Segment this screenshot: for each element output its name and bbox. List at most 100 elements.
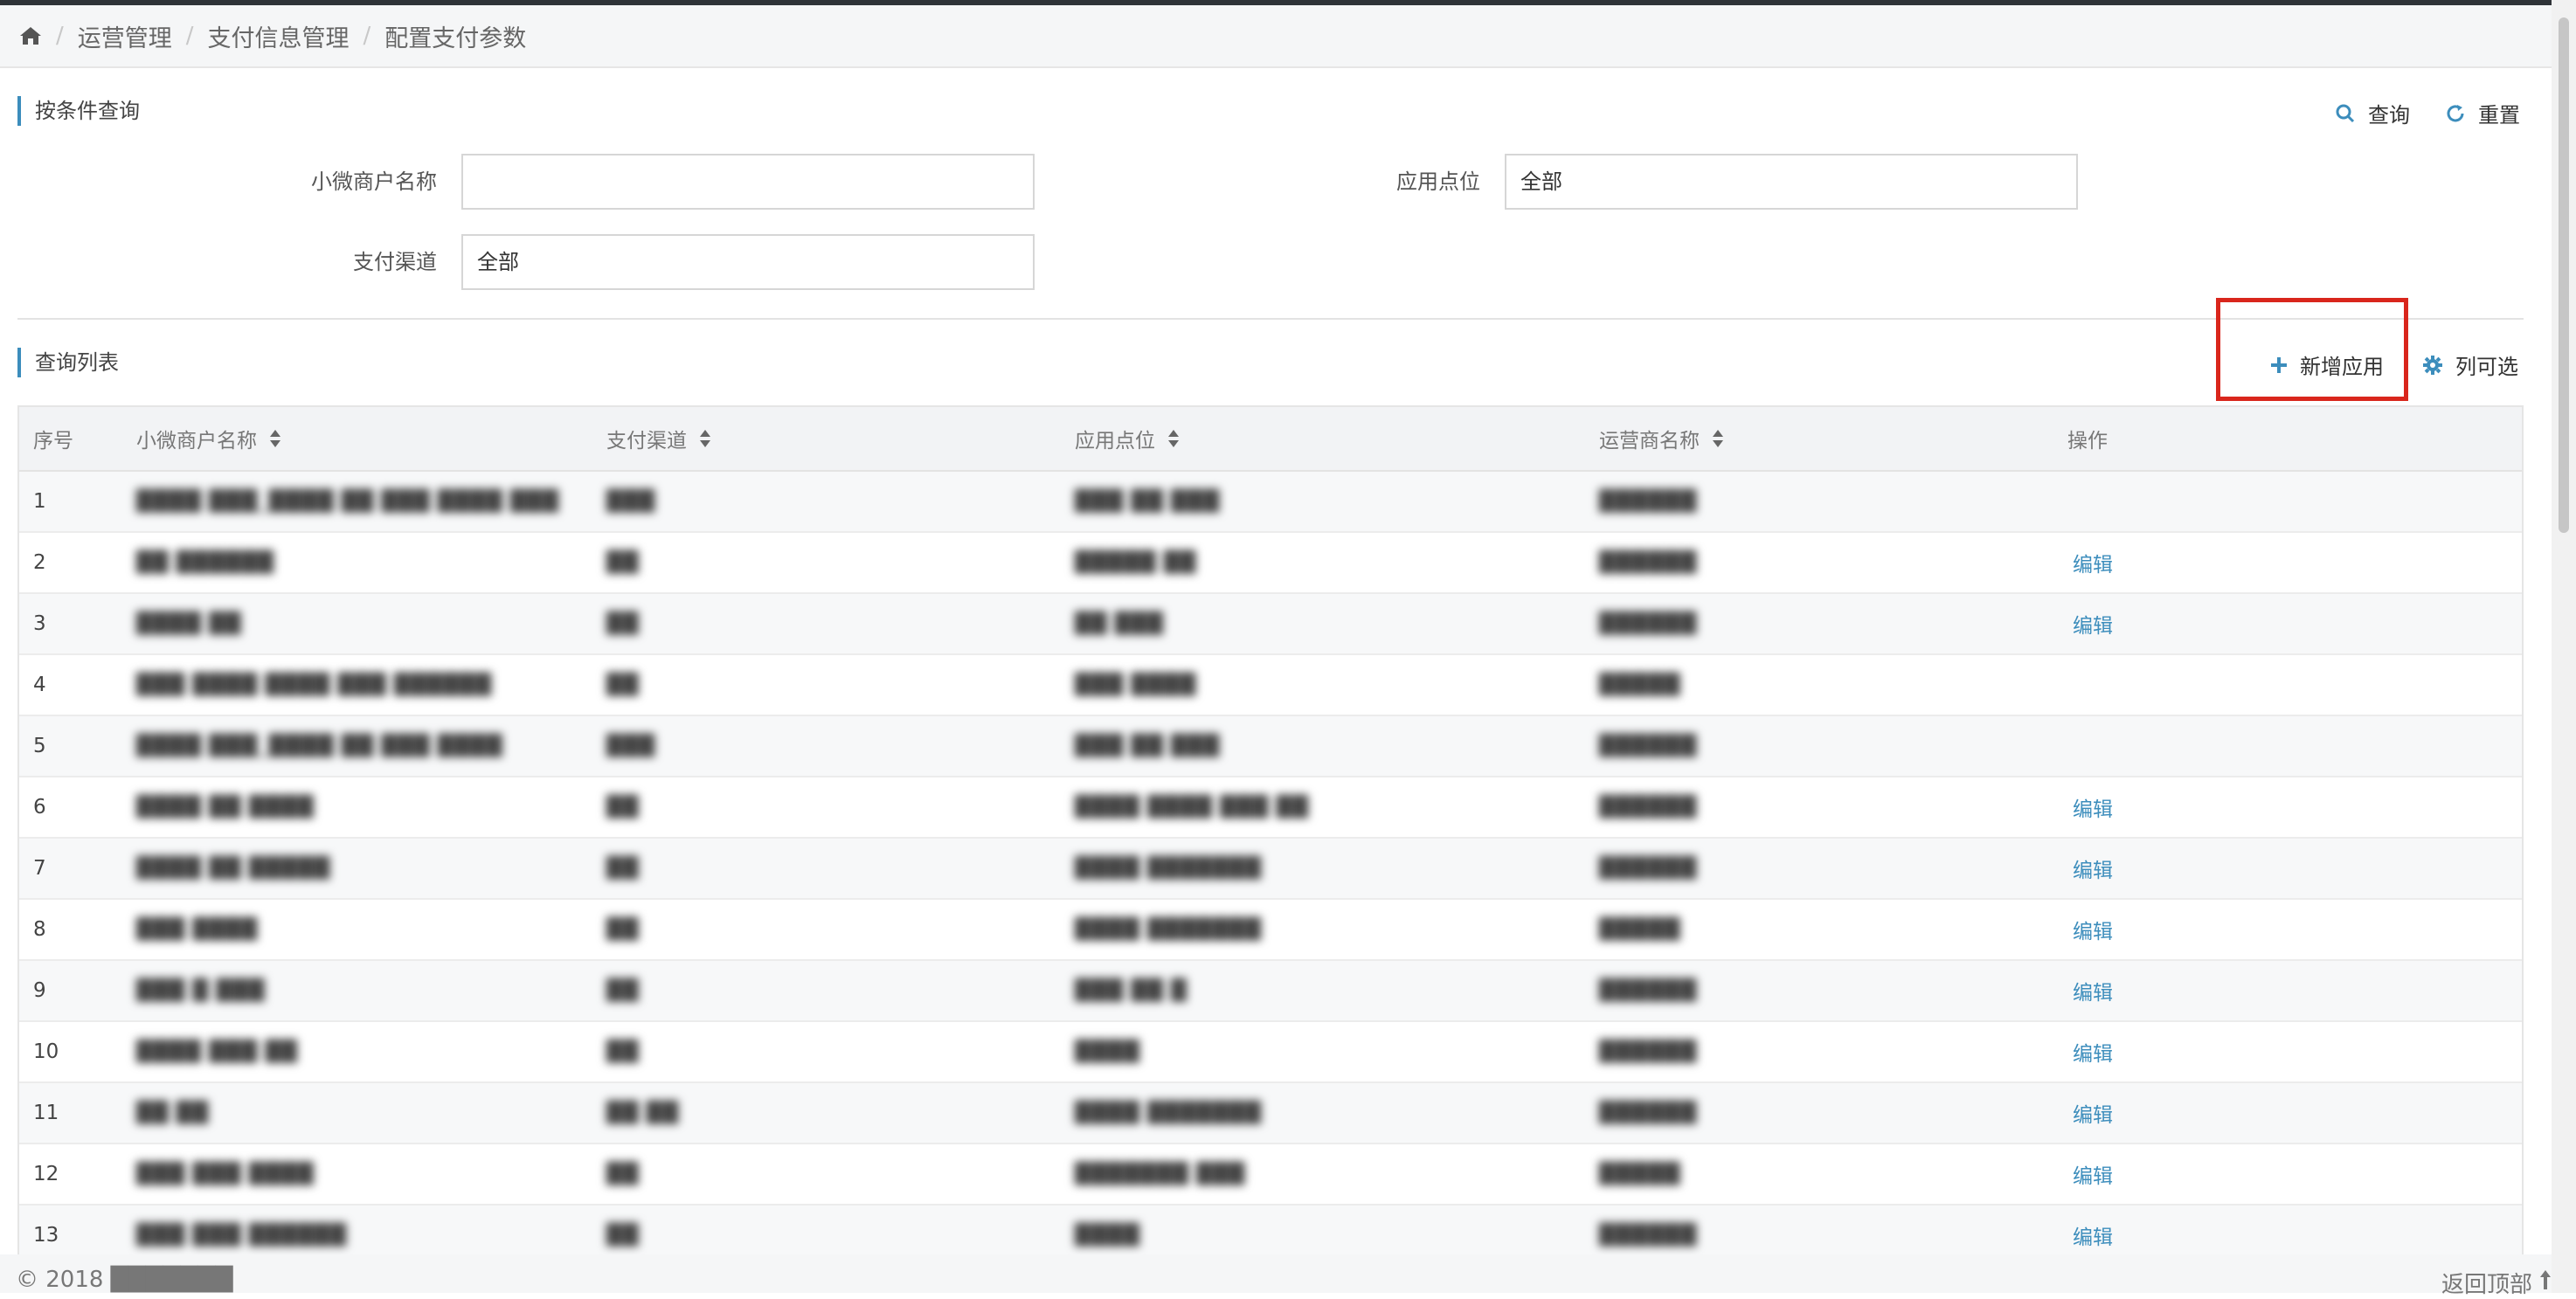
table-row: 11 ██ ██ ██ ██ ████ ███████ ██████ 编辑 [19, 1083, 2522, 1144]
cell-no: 5 [33, 735, 46, 757]
cell-actions: 编辑 [2073, 900, 2113, 959]
table-row: 12 ███ ███ ████ ██ ███████ ███ █████ 编辑 [19, 1144, 2522, 1206]
breadcrumb-item-ops[interactable]: 运营管理 [78, 19, 172, 53]
cell-no: 7 [33, 857, 46, 880]
edit-link[interactable]: 编辑 [2073, 1098, 2113, 1128]
breadcrumb-item-payment-info[interactable]: 支付信息管理 [208, 19, 350, 53]
cell-app-point: ████ ████ ███ ██ [1075, 796, 1309, 819]
table-header: 序号 小微商户名称 支付渠道 应用点位 运营商名称 操作 [19, 407, 2522, 472]
plus-icon [2270, 356, 2288, 374]
column-header-app-point[interactable]: 应用点位 [1075, 407, 1180, 470]
cell-app-point: ████ ███████ [1075, 857, 1262, 880]
cell-app-point: ███ ████ [1075, 674, 1197, 696]
column-options-label: 列可选 [2455, 355, 2518, 379]
cell-actions: 编辑 [2073, 1022, 2113, 1081]
edit-link[interactable]: 编辑 [2073, 609, 2113, 639]
cell-merchant-name: ██ ██ [136, 1102, 210, 1124]
cell-actions: 编辑 [2073, 839, 2113, 898]
add-app-button[interactable]: 新增应用 [2270, 349, 2384, 380]
column-header-operator[interactable]: 运营商名称 [1599, 407, 1724, 470]
breadcrumb-separator: / [56, 23, 64, 49]
cell-merchant-name: ███ ████ ████ ███ ██████ [136, 674, 493, 696]
sort-icon[interactable] [1167, 429, 1180, 448]
cell-operator-name: ██████ [1599, 979, 1698, 1002]
cell-actions: 编辑 [2073, 533, 2113, 592]
breadcrumb-separator: / [185, 23, 194, 49]
reset-button[interactable]: 重置 [2445, 98, 2520, 128]
cell-app-point: ████ ███████ [1075, 1102, 1262, 1124]
cell-no: 2 [33, 551, 46, 574]
app-point-label: 应用点位 [1396, 169, 1480, 194]
cell-actions: 编辑 [2073, 1083, 2113, 1143]
cell-app-point: █████ ██ [1075, 551, 1197, 574]
column-header-merchant[interactable]: 小微商户名称 [136, 407, 281, 470]
search-icon [2335, 103, 2356, 124]
add-app-button-label: 新增应用 [2300, 355, 2384, 379]
column-header-channel[interactable]: 支付渠道 [606, 407, 711, 470]
footer: © 2018 ███████ 返回顶部 [0, 1254, 2552, 1298]
edit-link[interactable]: 编辑 [2073, 976, 2113, 1005]
cell-merchant-name: ████ ██ [136, 612, 242, 635]
app-point-select[interactable]: 全部 [1505, 154, 2078, 210]
cell-payment-channel: ███ [606, 735, 656, 757]
cell-app-point: ████ ███████ [1075, 918, 1262, 941]
column-options-button[interactable]: 列可选 [2422, 349, 2518, 380]
cell-actions: 编辑 [2073, 594, 2113, 653]
cell-operator-name: █████ [1599, 674, 1681, 696]
payment-channel-select[interactable]: 全部 [461, 234, 1035, 290]
cell-actions: 编辑 [2073, 777, 2113, 837]
cell-operator-name: ██████ [1599, 857, 1698, 880]
cell-no: 6 [33, 796, 46, 819]
breadcrumb-item-config-params: 配置支付参数 [384, 24, 527, 52]
cell-no: 3 [33, 612, 46, 635]
section-divider [17, 318, 2524, 320]
table-row: 3 ████ ██ ██ ██ ███ ██████ 编辑 [19, 594, 2522, 655]
table-row: 6 ████ ██ ████ ██ ████ ████ ███ ██ ██████ 编辑 [19, 777, 2522, 839]
edit-link[interactable]: 编辑 [2073, 792, 2113, 822]
edit-link[interactable]: 编辑 [2073, 1037, 2113, 1067]
arrow-up-icon [2539, 1269, 2552, 1296]
table-row: 1 ████ ███_████ ██ ███ ████ ███ ███ ███ ██ … [19, 472, 2522, 533]
cell-merchant-name: ████ ███ ██ [136, 1040, 298, 1063]
cell-operator-name: ██████ [1599, 612, 1698, 635]
back-to-top-link[interactable]: 返回顶部 [2441, 1267, 2552, 1299]
table-row: 10 ████ ███ ██ ██ ████ ██████ 编辑 [19, 1022, 2522, 1083]
table-row: 5 ████ ███_████ ██ ███ ████ ███ ███ ██ ███ █… [19, 716, 2522, 777]
table-row: 7 ████ ██ █████ ██ ████ ███████ ██████ 编辑 [19, 839, 2522, 900]
cell-merchant-name: ████ ██ █████ [136, 857, 331, 880]
edit-link[interactable]: 编辑 [2073, 548, 2113, 577]
sort-icon[interactable] [1712, 429, 1724, 448]
cell-operator-name: ██████ [1599, 551, 1698, 574]
cell-merchant-name: ██ ██████ [136, 551, 274, 574]
edit-link[interactable]: 编辑 [2073, 915, 2113, 944]
cell-payment-channel: ██ [606, 674, 640, 696]
cell-no: 4 [33, 674, 46, 696]
cell-payment-channel: ██ [606, 979, 640, 1002]
scrollbar-thumb[interactable] [2559, 17, 2569, 533]
cell-no: 10 [33, 1040, 59, 1063]
cell-app-point: ███████ ███ [1075, 1163, 1246, 1185]
cell-operator-name: ██████ [1599, 490, 1698, 513]
query-result-table: 序号 小微商户名称 支付渠道 应用点位 运营商名称 操作 1 ████ ███_█… [17, 405, 2524, 1268]
column-header-no: 序号 [33, 430, 73, 453]
sort-icon[interactable] [699, 429, 711, 448]
edit-link[interactable]: 编辑 [2073, 1220, 2113, 1250]
cell-no: 12 [33, 1163, 59, 1185]
reset-button-label: 重置 [2478, 103, 2520, 128]
gear-icon [2422, 355, 2443, 376]
sort-icon[interactable] [269, 429, 281, 448]
cell-app-point: ███ ██ ███ [1075, 490, 1221, 513]
cell-payment-channel: ██ [606, 1163, 640, 1185]
cell-operator-name: █████ [1599, 1163, 1681, 1185]
cell-merchant-name: ███ ███ ████ [136, 1163, 315, 1185]
search-button[interactable]: 查询 [2335, 98, 2410, 128]
home-icon[interactable] [19, 25, 42, 46]
edit-link[interactable]: 编辑 [2073, 853, 2113, 883]
cell-no: 9 [33, 979, 46, 1002]
cell-no: 1 [33, 490, 46, 513]
cell-payment-channel: ██ [606, 612, 640, 635]
refresh-icon [2445, 103, 2466, 124]
cell-no: 11 [33, 1102, 59, 1124]
edit-link[interactable]: 编辑 [2073, 1159, 2113, 1189]
merchant-name-input[interactable] [461, 154, 1035, 210]
